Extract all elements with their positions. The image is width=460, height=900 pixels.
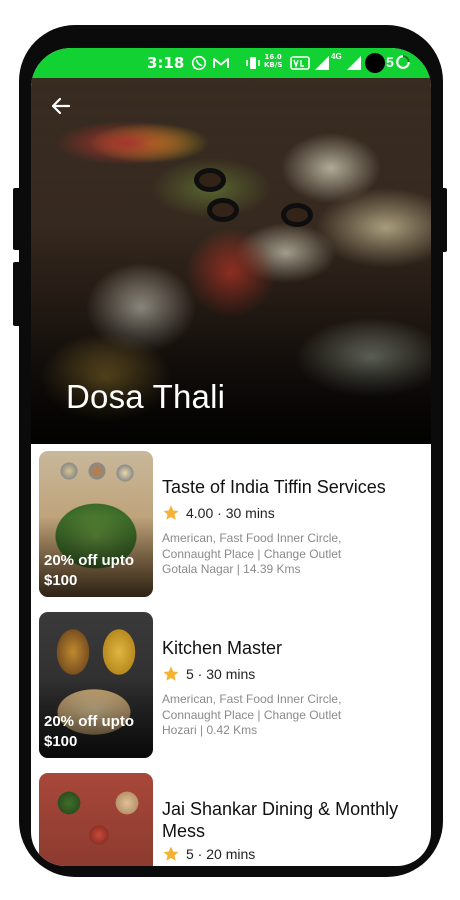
status-bar: 3:18 16.0 KB/S 4G 5 bbox=[31, 48, 431, 78]
restaurant-rating: 5 · 20 mins bbox=[162, 845, 255, 863]
back-arrow-icon[interactable] bbox=[49, 94, 73, 118]
star-icon bbox=[163, 505, 179, 520]
restaurant-card[interactable]: 20% off upto $100 Kitchen Master 5 · 30 … bbox=[31, 605, 431, 758]
restaurant-cuisine: American, Fast Food Inner Circle, Connau… bbox=[162, 531, 342, 561]
page-title: Dosa Thali bbox=[66, 378, 226, 415]
battery-percent: 5 bbox=[386, 54, 394, 70]
offer-badge: 20% off upto $100 bbox=[44, 713, 134, 750]
volte-icon bbox=[290, 56, 310, 70]
offer-badge: 20% off upto $100 bbox=[44, 552, 134, 589]
star-icon bbox=[163, 846, 179, 861]
vibrate-icon bbox=[246, 57, 260, 69]
hero-banner: Dosa Thali bbox=[31, 78, 431, 444]
network-speed: 16.0 KB/S bbox=[264, 53, 283, 69]
front-camera bbox=[365, 53, 385, 73]
restaurant-card[interactable]: Jai Shankar Dining & Monthly Mess 5 · 20… bbox=[31, 766, 431, 866]
restaurant-rating: 5 · 30 mins bbox=[162, 665, 255, 683]
restaurant-name: Kitchen Master bbox=[162, 638, 283, 658]
restaurant-name: Jai Shankar Dining & Monthly Mess bbox=[162, 799, 399, 841]
restaurant-name: Taste of India Tiffin Services bbox=[162, 477, 386, 497]
battery-icon bbox=[396, 55, 410, 69]
signal-icon-2 bbox=[347, 56, 361, 70]
network-type: 4G bbox=[331, 52, 342, 61]
signal-icon bbox=[315, 56, 329, 70]
gmail-icon bbox=[213, 58, 229, 68]
restaurant-image: 20% off upto $100 bbox=[39, 612, 153, 758]
app-screen: 3:18 16.0 KB/S 4G 5 Dosa Thali 20% off u… bbox=[31, 48, 431, 866]
restaurant-rating: 4.00 · 30 mins bbox=[162, 504, 275, 522]
status-time: 3:18 bbox=[147, 54, 185, 72]
whatsapp-icon bbox=[191, 55, 207, 71]
restaurant-location: Hozari | 0.42 Kms bbox=[162, 723, 258, 737]
star-icon bbox=[163, 666, 179, 681]
restaurant-image: 20% off upto $100 bbox=[39, 451, 153, 597]
restaurant-cuisine: American, Fast Food Inner Circle, Connau… bbox=[162, 692, 342, 722]
restaurant-location: Gotala Nagar | 14.39 Kms bbox=[162, 562, 301, 576]
restaurant-image bbox=[39, 773, 153, 866]
restaurant-card[interactable]: 20% off upto $100 Taste of India Tiffin … bbox=[31, 444, 431, 597]
